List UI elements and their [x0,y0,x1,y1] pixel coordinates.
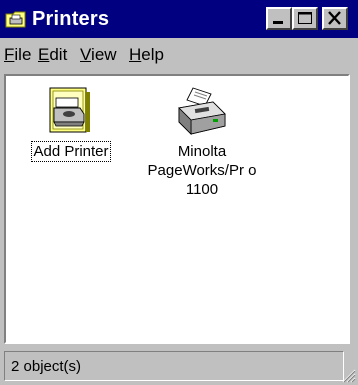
object-count: 2 object(s) [11,358,82,375]
printer-icon [178,87,226,135]
resize-grip-icon[interactable] [338,365,356,383]
title-bar[interactable]: Printers [0,0,358,38]
minimize-button[interactable] [266,7,292,30]
close-button[interactable] [322,7,348,30]
window-title: Printers [32,8,110,30]
close-icon [328,11,341,25]
printers-folder-icon [5,11,26,28]
maximize-icon [298,12,312,24]
icon-item-minolta-printer[interactable]: Minolta PageWorks/Pr o 1100 [146,86,256,199]
menu-file[interactable]: File [4,45,31,65]
icon-item-add-printer[interactable]: Add Printer [16,86,126,162]
menu-help[interactable]: Help [129,45,164,65]
status-pane: 2 object(s) [4,351,344,381]
printers-list-view[interactable]: Add Printer Minolta PageWorks/Pr o 1100 [4,74,350,344]
minimize-icon [273,21,283,24]
menu-bar: File Edit View Help [0,40,358,70]
menu-view[interactable]: View [80,45,117,65]
maximize-button[interactable] [292,7,318,30]
status-bar: 2 object(s) [0,348,358,385]
add-printer-icon [49,87,90,133]
menu-edit[interactable]: Edit [38,45,67,65]
printers-window: Printers File Edit View Help Add Printer… [0,0,358,385]
